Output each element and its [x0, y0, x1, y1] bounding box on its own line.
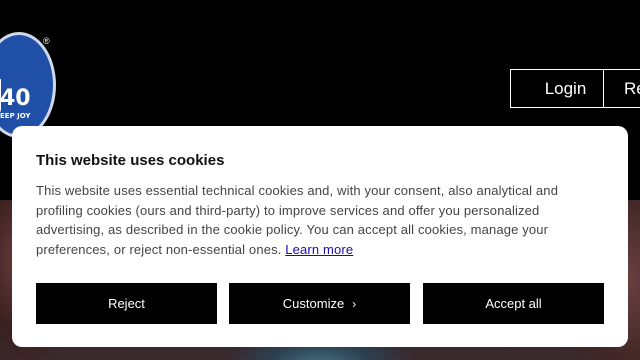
dialog-body: This website uses essential technical co…	[36, 181, 606, 259]
dialog-title: This website uses cookies	[36, 152, 225, 169]
reject-button[interactable]: Reject	[36, 283, 217, 324]
registered-mark: ®	[43, 36, 50, 46]
logo-tagline: EEP JOY	[0, 112, 31, 120]
brand-logo[interactable]	[0, 32, 56, 138]
accept-all-button-label: Accept all	[485, 296, 542, 311]
customize-button-label: Customize	[282, 296, 345, 311]
accept-all-button[interactable]: Accept all	[423, 283, 604, 324]
learn-more-link[interactable]: Learn more	[285, 242, 353, 257]
cookie-consent-dialog: This website uses cookies This website u…	[12, 126, 628, 347]
logo-number: 40	[0, 86, 31, 111]
chevron-right-icon: ›	[352, 297, 357, 311]
register-button[interactable]: Re	[603, 69, 640, 108]
customize-button[interactable]: Customize ›	[229, 283, 410, 324]
reject-button-label: Reject	[108, 296, 145, 311]
